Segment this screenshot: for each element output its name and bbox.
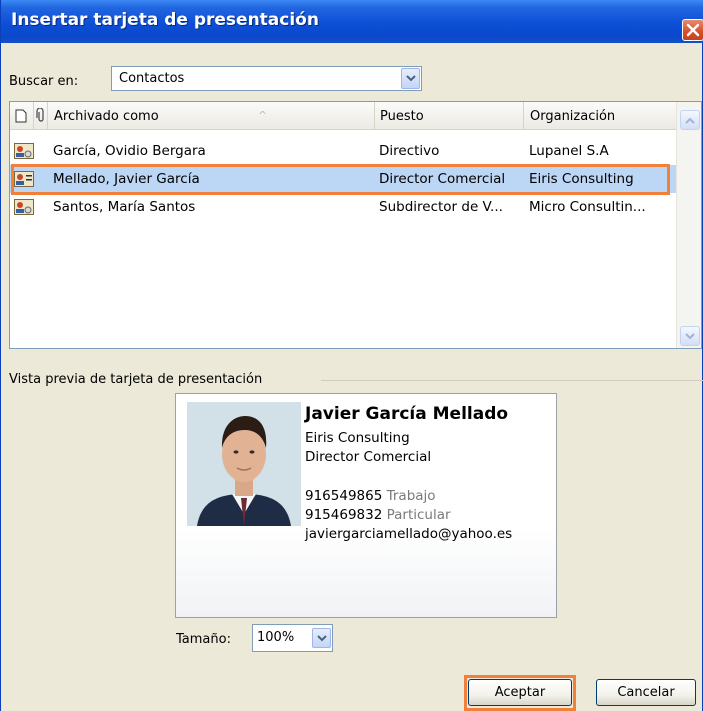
document-icon <box>15 109 27 123</box>
contact-photo-image <box>187 402 301 526</box>
card-phone-work-label: Trabajo <box>386 488 436 504</box>
card-contact-name: Javier García Mellado <box>305 404 509 424</box>
vertical-scrollbar[interactable] <box>676 102 701 348</box>
chevron-down-icon <box>685 333 695 340</box>
contact-card-icon <box>14 171 34 187</box>
card-phone-home: 915469832 Particular <box>305 507 451 523</box>
column-header-position[interactable]: Puesto <box>375 102 524 129</box>
column-header-type[interactable] <box>10 102 34 129</box>
row-filed-as: Santos, María Santos <box>53 199 196 215</box>
column-header-organization[interactable]: Organización <box>524 102 676 129</box>
chevron-down-icon <box>317 635 327 642</box>
close-icon <box>686 23 700 37</box>
table-row[interactable]: Santos, María Santos Subdirector de V...… <box>10 193 676 221</box>
dropdown-button[interactable] <box>401 68 420 89</box>
sort-arrow-icon: ^ <box>258 109 268 122</box>
preview-label: Vista previa de tarjeta de presentación <box>9 372 269 387</box>
table-row-selected[interactable]: Mellado, Javier García Director Comercia… <box>10 165 676 193</box>
search-in-label: Buscar en: <box>9 74 79 89</box>
row-position: Directivo <box>379 143 440 159</box>
search-in-value: Contactos <box>119 71 185 86</box>
contact-photo <box>187 402 301 526</box>
chevron-down-icon <box>406 75 416 82</box>
business-card-preview: Javier García Mellado Eiris Consulting D… <box>175 393 557 618</box>
column-header-filed-as[interactable]: Archivado como ^ <box>48 102 375 129</box>
table-row[interactable]: García, Ovidio Bergara Directivo Lupanel… <box>10 137 676 165</box>
search-in-dropdown[interactable]: Contactos <box>111 66 422 91</box>
contacts-list[interactable]: Archivado como ^ Puesto Organización Gar… <box>9 101 702 349</box>
column-organization-label: Organización <box>530 109 616 124</box>
dialog-window: Insertar tarjeta de presentación Buscar … <box>0 0 703 711</box>
row-organization: Lupanel S.A <box>529 143 609 159</box>
row-organization: Eiris Consulting <box>529 171 634 187</box>
paperclip-icon <box>36 108 44 122</box>
row-filed-as: Mellado, Javier García <box>53 171 200 187</box>
title-bar[interactable]: Insertar tarjeta de presentación <box>1 0 703 43</box>
size-value: 100% <box>257 630 295 645</box>
window-title: Insertar tarjeta de presentación <box>11 10 319 30</box>
list-header: Archivado como ^ Puesto Organización <box>10 102 676 130</box>
row-position: Subdirector de V... <box>379 199 503 215</box>
close-button[interactable] <box>682 19 703 41</box>
column-header-attachment[interactable] <box>34 102 48 129</box>
card-company: Eiris Consulting <box>305 430 410 446</box>
contact-card-icon <box>14 143 34 159</box>
size-label: Tamaño: <box>176 632 231 647</box>
card-phone-home-number: 915469832 <box>305 507 383 523</box>
card-phone-home-label: Particular <box>386 507 451 523</box>
row-organization: Micro Consultin... <box>529 199 646 215</box>
column-filed-as-label: Archivado como <box>54 109 159 124</box>
column-position-label: Puesto <box>380 109 424 124</box>
row-filed-as: García, Ovidio Bergara <box>53 143 206 159</box>
accept-button[interactable]: Aceptar <box>468 679 572 706</box>
size-dropdown-button[interactable] <box>312 628 331 648</box>
card-phone-work: 916549865 Trabajo <box>305 488 436 504</box>
cancel-button[interactable]: Cancelar <box>596 679 696 706</box>
card-job-title: Director Comercial <box>305 449 432 465</box>
scroll-down-button[interactable] <box>680 326 700 346</box>
card-phone-work-number: 916549865 <box>305 488 383 504</box>
size-dropdown[interactable]: 100% <box>252 624 333 652</box>
preview-divider <box>321 380 703 381</box>
chevron-up-icon <box>685 117 695 124</box>
card-email: javiergarciamellado@yahoo.es <box>305 526 513 542</box>
contact-card-icon <box>14 199 34 215</box>
row-position: Director Comercial <box>379 171 506 187</box>
scroll-up-button[interactable] <box>680 110 700 130</box>
